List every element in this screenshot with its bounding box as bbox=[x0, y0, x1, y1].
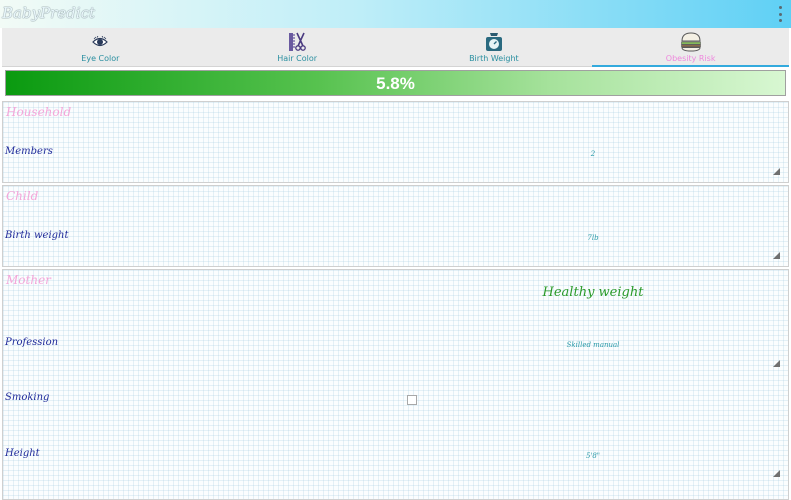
weight-status-text: Healthy weight bbox=[542, 285, 644, 300]
child-section: Child Birth weight 7lb bbox=[2, 185, 789, 267]
baby-scale-icon bbox=[484, 31, 504, 53]
obesity-risk-value: 5.8% bbox=[376, 74, 415, 93]
section-title: Mother bbox=[6, 273, 51, 287]
tab-eye-color[interactable]: Eye Color bbox=[2, 28, 199, 66]
dropdown-arrow-icon[interactable] bbox=[773, 168, 780, 175]
burger-icon bbox=[680, 31, 702, 53]
tab-bar: Eye Color Hair Color Birth Weight Obesit… bbox=[2, 28, 789, 67]
dropdown-arrow-icon[interactable] bbox=[773, 470, 780, 477]
tab-label: Obesity Risk bbox=[665, 54, 716, 63]
tab-hair-color[interactable]: Hair Color bbox=[199, 28, 396, 66]
height-label: Height bbox=[5, 448, 40, 459]
members-spinner[interactable]: 2 bbox=[397, 150, 789, 158]
tab-label: Birth Weight bbox=[469, 54, 519, 63]
scissors-comb-icon bbox=[288, 31, 306, 53]
section-title: Household bbox=[6, 105, 72, 119]
overflow-menu-icon[interactable] bbox=[777, 6, 783, 22]
smoking-label: Smoking bbox=[5, 392, 50, 403]
tab-obesity-risk[interactable]: Obesity Risk bbox=[592, 28, 789, 67]
app-title: BabyPredict bbox=[2, 4, 96, 22]
smoking-checkbox[interactable] bbox=[407, 395, 417, 405]
tab-label: Hair Color bbox=[277, 54, 318, 63]
tab-label: Eye Color bbox=[81, 54, 120, 63]
mother-section: Mother Healthy weight Profession Skilled… bbox=[2, 269, 789, 500]
profession-spinner[interactable]: Skilled manual bbox=[397, 341, 789, 349]
eye-icon bbox=[92, 31, 109, 53]
dropdown-arrow-icon[interactable] bbox=[773, 360, 780, 367]
height-spinner[interactable]: 5'8" bbox=[397, 452, 789, 460]
birth-weight-label: Birth weight bbox=[5, 230, 69, 241]
profession-label: Profession bbox=[5, 337, 59, 348]
birth-weight-spinner[interactable]: 7lb bbox=[397, 234, 789, 242]
obesity-risk-bar: 5.8% bbox=[5, 70, 786, 96]
dropdown-arrow-icon[interactable] bbox=[773, 252, 780, 259]
tab-birth-weight[interactable]: Birth Weight bbox=[396, 28, 593, 66]
action-bar: BabyPredict bbox=[0, 0, 791, 28]
section-title: Child bbox=[6, 189, 39, 203]
household-section: Household Members 2 bbox=[2, 101, 789, 183]
members-label: Members bbox=[5, 146, 53, 157]
